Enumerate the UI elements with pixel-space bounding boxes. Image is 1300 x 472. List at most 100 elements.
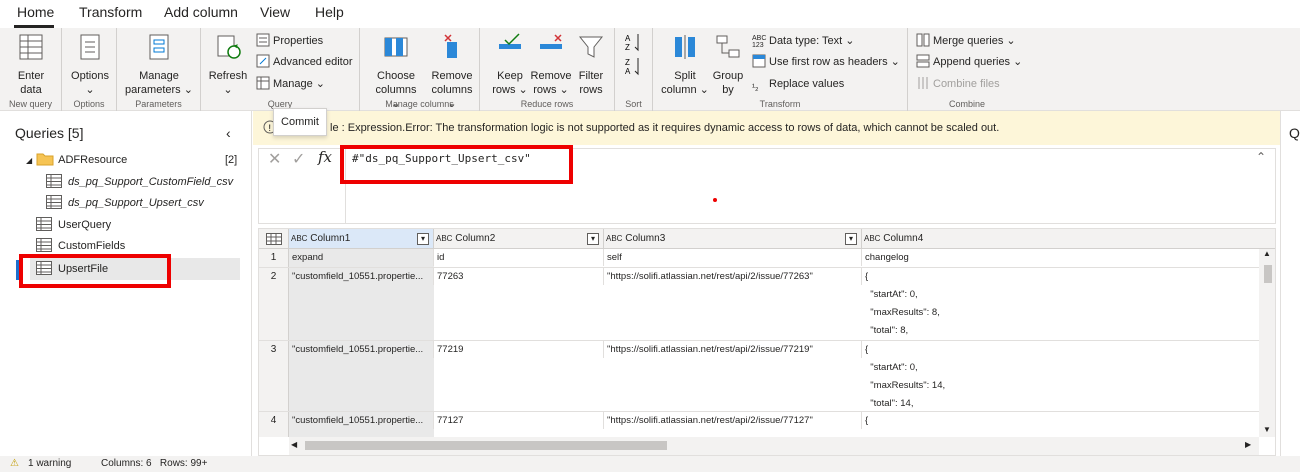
keep-rows-icon [499,33,521,49]
query-item[interactable]: ds_pq_Support_CustomField_csv [46,172,233,192]
table-icon [19,34,43,60]
table-cell[interactable]: 77127 [437,412,604,429]
group-by-button[interactable]: Group by [711,32,745,97]
column-header[interactable]: ABC Column1 ▾ [289,229,434,249]
ribbon: Enter data New query Options ⌄ Options M… [0,28,1300,111]
table-cell[interactable]: "customfield_10551.propertie... [292,412,434,429]
table-cell[interactable]: "customfield_10551.propertie... [292,341,434,358]
text-type-icon: ABC [436,234,453,243]
keep-rows-label-1: Keep [497,70,523,82]
table-cell[interactable]: "customfield_10551.propertie... [292,268,434,285]
horizontal-scrollbar[interactable]: ◀ ▶ [289,437,1259,455]
use-first-row-button[interactable]: Use first row as headers ⌄ [752,53,900,71]
manage-parameters-button[interactable]: Manage parameters ⌄ [123,32,195,97]
collapse-formula-icon[interactable]: ⌃ [1256,150,1266,164]
filter-rows-button[interactable]: Filter rows [572,32,610,97]
table-cell[interactable]: { [865,341,1255,358]
query-name: ds_pq_Support_CustomField_csv [68,176,234,188]
scroll-down-icon[interactable]: ▼ [1263,425,1271,434]
replace-values-label: Replace values [769,78,845,90]
table-cell[interactable]: { [865,268,1255,285]
group-by-label-2: by [722,84,734,96]
table-cell[interactable]: "https://solifi.atlassian.net/rest/api/2… [607,341,862,358]
cancel-formula-icon[interactable]: ✕ [268,149,281,169]
query-item[interactable]: ds_pq_Support_Upsert_csv [46,193,204,213]
table-icon [36,217,52,231]
combine-files-button[interactable]: Combine files [916,75,1000,93]
sort-ascending-button[interactable]: AZ [625,32,643,52]
row-number: 1 [259,249,289,267]
vertical-scrollbar[interactable]: ▲ ▼ [1259,249,1275,437]
table-cell[interactable]: "https://solifi.atlassian.net/rest/api/2… [607,268,862,285]
table-cell[interactable]: expand [292,249,434,266]
keep-rows-label-2: rows ⌄ [492,84,528,96]
advanced-editor-button[interactable]: Advanced editor [256,53,353,71]
tab-add-column[interactable]: Add column [164,4,238,24]
warning-count[interactable]: 1 warning [28,456,71,472]
table-cell[interactable]: { [865,412,1255,429]
table-cell[interactable]: id [437,249,604,266]
folder-icon [36,153,54,166]
expand-triangle-icon[interactable]: ◢ [26,156,32,165]
tab-view[interactable]: View [260,4,290,24]
column-header[interactable]: ABC Column4 [862,229,1275,249]
column-dropdown-icon[interactable]: ▾ [417,233,429,245]
column-header[interactable]: ABC Column3 ▾ [604,229,862,249]
column-header[interactable]: ABC Column2 ▾ [434,229,604,249]
append-queries-label: Append queries ⌄ [933,56,1023,68]
commit-formula-icon[interactable]: ✓ [292,149,305,169]
formula-buttons: ✕ ✓ fx [258,148,344,170]
refresh-chevron: ⌄ [223,84,233,96]
table-cell[interactable]: 77219 [437,341,604,358]
remove-rows-button[interactable]: Remove rows ⌄ [530,32,572,97]
group-options: Options ⌄ Options [62,28,117,111]
select-all-corner[interactable] [259,229,289,249]
collapse-pane-icon[interactable]: ‹ [226,125,231,141]
choose-columns-label-1: Choose [377,70,415,82]
data-type-icon: ABC 123 [752,35,767,49]
text-type-icon: ABC [606,234,623,243]
split-column-button[interactable]: Split column ⌄ [659,32,711,97]
manage-button[interactable]: Manage ⌄ [256,75,325,93]
tab-help[interactable]: Help [315,4,344,24]
text-type-icon: ABC [291,234,308,243]
query-item[interactable]: UserQuery [36,215,111,235]
enter-data-button[interactable]: Enter data [8,32,54,97]
table-cell[interactable]: "https://solifi.atlassian.net/rest/api/2… [607,412,862,429]
status-bar: ⚠ 1 warning Columns: 6 Rows: 99+ [0,456,1300,472]
tab-home[interactable]: Home [17,4,54,24]
query-item[interactable]: CustomFields [36,236,125,256]
table-cell[interactable]: 77263 [437,268,604,285]
horizontal-scroll-thumb[interactable] [305,441,667,450]
folder-adfresource[interactable]: ◢ ADFResource [26,150,127,170]
column-dropdown-icon[interactable]: ▾ [587,233,599,245]
table-cell[interactable]: self [607,249,862,266]
refresh-label: Refresh [208,70,248,82]
scroll-up-icon[interactable]: ▲ [1263,249,1271,258]
scroll-right-icon[interactable]: ▶ [1245,440,1251,449]
refresh-button[interactable]: Refresh ⌄ [207,32,249,97]
manage-parameters-label-2: parameters ⌄ [125,84,193,96]
sort-descending-icon: ZA [625,58,639,76]
table-cell[interactable]: changelog [865,249,1260,266]
table-cell-line: "startAt": 0, [865,362,918,373]
vertical-scroll-thumb[interactable] [1264,265,1272,283]
split-column-label-1: Split [674,70,696,82]
data-type-dropdown[interactable]: ABC 123 Data type: Text ⌄ [752,32,854,50]
row-number: 3 [259,341,289,411]
tab-transform[interactable]: Transform [79,4,142,24]
sort-descending-button[interactable]: ZA [625,56,643,76]
queries-title: Queries [5] [15,125,84,141]
remove-columns-label-1: Remove [431,70,473,82]
options-button[interactable]: Options ⌄ [68,32,112,97]
keep-rows-button[interactable]: Keep rows ⌄ [490,32,530,97]
split-column-label-2: column ⌄ [661,84,709,96]
replace-values-button[interactable]: ¹₂ Replace values [752,75,844,93]
scroll-left-icon[interactable]: ◀ [291,440,297,449]
properties-button[interactable]: Properties [256,32,323,50]
advanced-editor-icon [256,54,270,68]
merge-queries-button[interactable]: Merge queries ⌄ [916,32,1016,50]
table-cell-line: "startAt": 0, [865,289,918,300]
column-dropdown-icon[interactable]: ▾ [845,233,857,245]
append-queries-button[interactable]: Append queries ⌄ [916,53,1022,71]
